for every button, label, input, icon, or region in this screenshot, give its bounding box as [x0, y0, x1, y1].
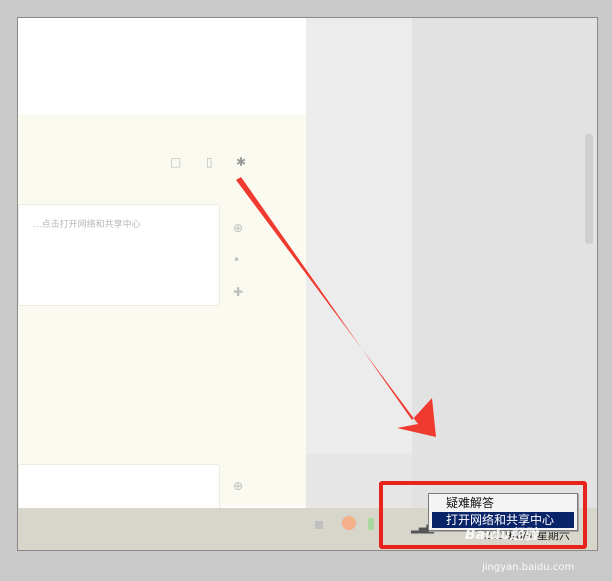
- plus-icon[interactable]: ✚: [233, 286, 243, 298]
- toolbar-icon[interactable]: □: [170, 155, 181, 169]
- plus-icon[interactable]: ⊕: [233, 222, 243, 234]
- right-panel: [412, 18, 597, 508]
- faded-column: [306, 18, 412, 454]
- plus-icon[interactable]: ⊕: [233, 480, 243, 492]
- comment-snippet: ...点击打开网络和共享中心: [33, 220, 141, 230]
- tray-app-icon[interactable]: [342, 516, 356, 530]
- tray-icon[interactable]: [315, 521, 323, 529]
- tray-battery-icon[interactable]: [368, 518, 374, 530]
- screenshot-frame: □ ▯ ✱ ...点击打开网络和共享中心 ⊕ • ✚ ⊕ ▂▄▆ 2019/8/…: [17, 17, 598, 551]
- star-icon[interactable]: ✱: [236, 155, 246, 169]
- top-blank-area: [18, 18, 306, 114]
- scrollbar[interactable]: [585, 134, 593, 244]
- comment-box[interactable]: ...点击打开网络和共享中心: [18, 204, 220, 306]
- toolbar-icon[interactable]: ▯: [206, 155, 213, 169]
- watermark-site: jingyan.baidu.com: [482, 562, 575, 573]
- bullet-icon[interactable]: •: [233, 254, 240, 266]
- page-body: □ ▯ ✱: [18, 114, 306, 506]
- watermark-logo: Baidu经验: [465, 527, 538, 543]
